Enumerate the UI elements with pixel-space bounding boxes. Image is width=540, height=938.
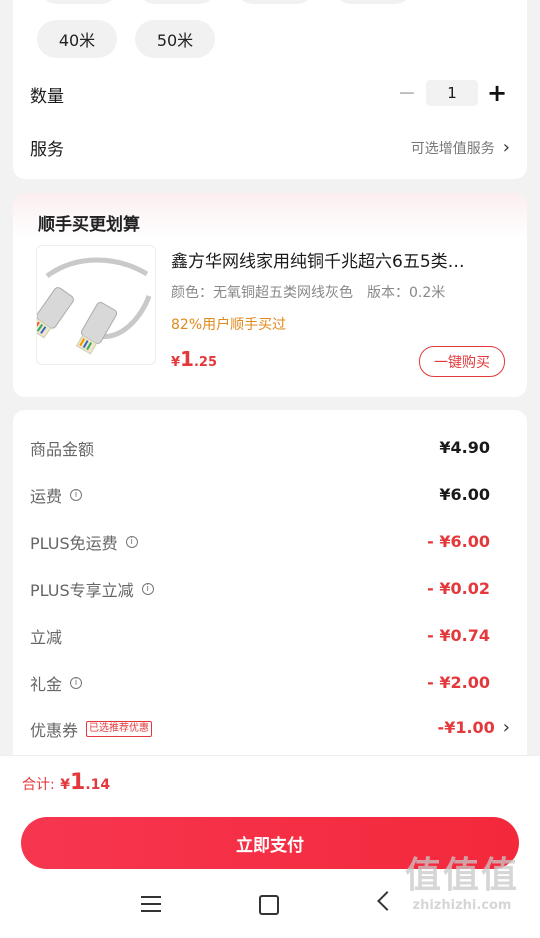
product-spec: 颜色：无氧铜超五类网线灰色 版本：0.2米	[171, 285, 446, 301]
coupon-value: -¥1.00	[437, 718, 495, 737]
coupon-tag: 已选推荐优惠	[86, 721, 153, 737]
total-amount: 合计: ¥1.14	[22, 770, 110, 795]
chevron-right-icon: ›	[502, 717, 510, 738]
info-icon[interactable]: i	[141, 583, 154, 595]
bundle-price: ¥1.25	[171, 347, 217, 371]
price-integer: 1	[180, 347, 194, 371]
gift-money-text: 礼金	[30, 675, 63, 694]
service-selector[interactable]: 可选增值服务 ›	[411, 137, 510, 158]
spec-card: 40米 50米 数量 − 1 + 服务 可选增值服务 ›	[13, 0, 527, 179]
coupon-text: 优惠券	[30, 721, 79, 740]
service-label: 服务	[30, 140, 64, 160]
plus-exclusive-discount-text: PLUS专享立减	[30, 581, 134, 600]
price-decimal: .25	[193, 355, 217, 370]
menu-icon[interactable]	[141, 896, 161, 912]
plus-exclusive-discount-label: PLUS专享立减 i	[30, 577, 154, 601]
price-summary-card: 商品金额 ¥4.90 运费 i ¥6.00 PLUS免运费 i - ¥6.00 PL…	[13, 410, 527, 755]
instant-discount-value: - ¥0.74	[427, 626, 490, 645]
service-value: 可选增值服务	[410, 140, 495, 157]
total-integer: 1	[70, 770, 86, 795]
quantity-stepper: − 1 +	[394, 79, 510, 107]
info-icon[interactable]: i	[125, 536, 138, 548]
product-image[interactable]	[36, 245, 156, 365]
info-icon[interactable]: i	[70, 489, 83, 501]
info-icon[interactable]: i	[70, 677, 83, 689]
chevron-right-icon: ›	[502, 137, 510, 158]
shipping-value: ¥6.00	[439, 485, 490, 504]
instant-discount-text: 立减	[30, 628, 63, 647]
gift-money-value: - ¥2.00	[427, 673, 490, 692]
bundle-title: 顺手买更划算	[38, 215, 140, 235]
spec-chip-hidden-2[interactable]	[137, 0, 217, 4]
promo-text: 82%用户顺手买过	[171, 317, 287, 333]
quantity-input[interactable]: 1	[426, 80, 478, 106]
coupon-selector[interactable]: -¥1.00 ›	[438, 717, 510, 738]
checkout-bar: 合计: ¥1.14 立即支付 值值值 zhizhizhi.com	[0, 755, 540, 938]
price-symbol: ¥	[171, 355, 181, 370]
plus-button[interactable]: +	[484, 79, 510, 107]
minus-button[interactable]: −	[394, 81, 420, 106]
gift-money-label: 礼金 i	[30, 671, 83, 695]
spec-chip-hidden-3[interactable]	[235, 0, 315, 4]
spec-chip-hidden-4[interactable]	[333, 0, 413, 4]
instant-discount-label: 立减	[30, 624, 62, 648]
coupon-label: 优惠券 已选推荐优惠	[30, 717, 153, 741]
watermark-url: zhizhizhi.com	[412, 898, 512, 913]
spec-chip-40m[interactable]: 40米	[37, 20, 117, 58]
shipping-label: 运费 i	[30, 483, 83, 507]
home-icon[interactable]	[259, 895, 279, 915]
total-label: 合计:	[22, 777, 55, 793]
total-symbol: ¥	[60, 777, 71, 793]
goods-amount-value: ¥4.90	[439, 438, 490, 457]
plus-exclusive-discount-value: - ¥0.02	[427, 579, 490, 598]
watermark-text: 值值值	[404, 855, 519, 896]
plus-free-shipping-value: - ¥6.00	[427, 532, 490, 551]
plus-free-shipping-label: PLUS免运费 i	[30, 530, 138, 554]
watermark: 值值值 zhizhizhi.com	[392, 854, 532, 934]
bundle-card: 顺手买更划算 鑫方华网线家用纯铜千兆超六6五5类… 颜色：无氧铜超五类网线灰色 …	[13, 193, 527, 397]
spec-chip-50m[interactable]: 50米	[135, 20, 215, 58]
goods-amount-text: 商品金额	[30, 440, 95, 459]
shipping-text: 运费	[30, 487, 63, 506]
total-decimal: .14	[85, 777, 111, 793]
quantity-label: 数量	[30, 87, 64, 107]
plus-free-shipping-text: PLUS免运费	[30, 534, 118, 553]
one-click-buy-button[interactable]: 一键购买	[419, 346, 505, 377]
ethernet-cable-icon	[37, 257, 152, 355]
goods-amount-label: 商品金额	[30, 436, 94, 460]
spec-chip-hidden-1[interactable]	[39, 0, 119, 4]
product-title[interactable]: 鑫方华网线家用纯铜千兆超六6五5类…	[171, 247, 501, 272]
